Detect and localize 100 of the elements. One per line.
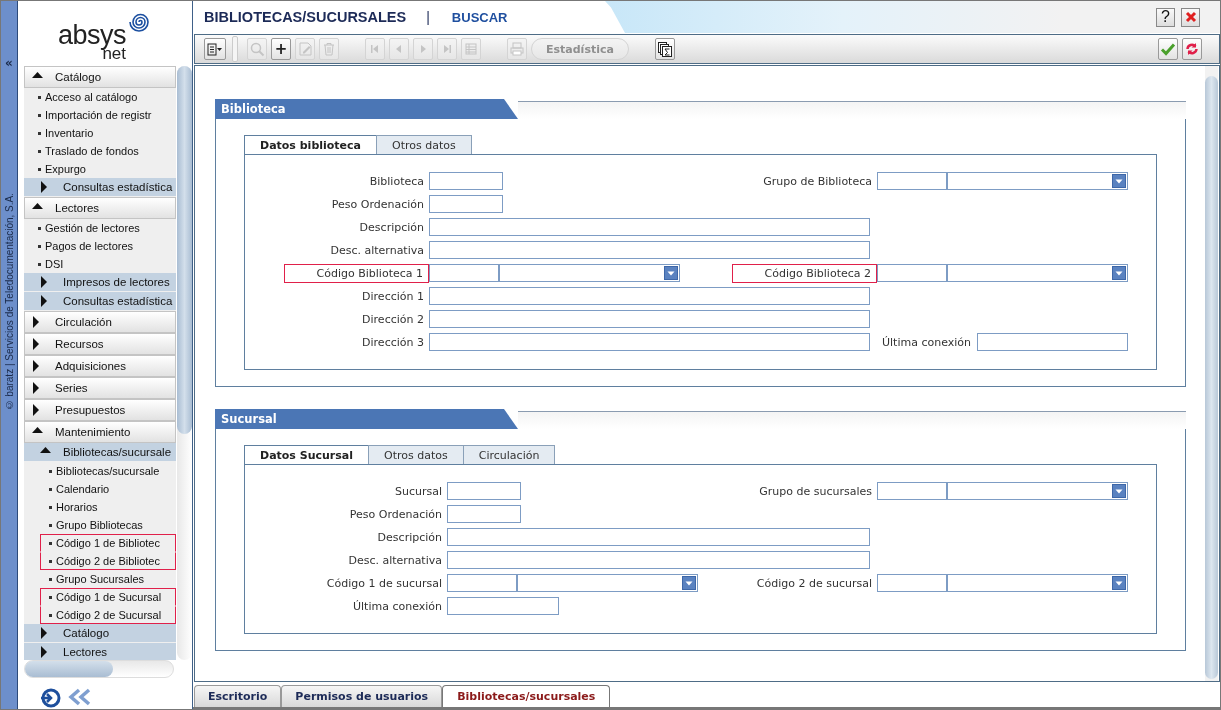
field-label: Dirección 1: [362, 289, 425, 303]
collapse-icon[interactable]: [68, 687, 92, 707]
menu-item[interactable]: Código 1 de Sucursal: [40, 588, 176, 606]
input-field[interactable]: [447, 597, 559, 615]
input-field[interactable]: [447, 574, 517, 592]
menu-item[interactable]: Pagos de lectores: [34, 237, 176, 255]
menu-item[interactable]: Bibliotecas/sucursale: [40, 462, 176, 480]
menu-item[interactable]: Traslado de fondos: [34, 142, 176, 160]
menu-item[interactable]: Inventario: [34, 124, 176, 142]
menu-item[interactable]: Importación de registr: [34, 106, 176, 124]
tab[interactable]: Escritorio: [194, 685, 282, 707]
menu-item[interactable]: Expurgo: [34, 160, 176, 178]
menu-section[interactable]: Presupuestos: [24, 399, 176, 421]
tab[interactable]: Datos biblioteca: [244, 135, 378, 154]
add-button[interactable]: +: [271, 38, 291, 60]
input-field[interactable]: [447, 551, 870, 569]
dropdown[interactable]: [499, 264, 680, 282]
menu-item[interactable]: Grupo Bibliotecas: [40, 516, 176, 534]
menu-group[interactable]: Impresos de lectores: [24, 273, 176, 291]
menu-group[interactable]: Consultas estadística: [24, 292, 176, 310]
input-field[interactable]: [429, 287, 870, 305]
input-field[interactable]: [429, 333, 870, 351]
bullet-icon: [49, 541, 52, 545]
close-button[interactable]: [1181, 7, 1200, 27]
menu-item[interactable]: Acceso al catálogo: [34, 88, 176, 106]
menu-section[interactable]: Adquisiciones: [24, 355, 176, 377]
input-field[interactable]: [447, 505, 521, 523]
checkmark-icon: [1160, 41, 1176, 57]
field-label: Última conexión: [352, 599, 443, 613]
dropdown-arrow-icon: [664, 266, 678, 280]
edit-icon: [297, 41, 313, 57]
input-field[interactable]: [429, 172, 503, 190]
bullet-icon: [49, 505, 52, 509]
menu-section[interactable]: Recursos: [24, 333, 176, 355]
report-button[interactable]: [654, 38, 675, 60]
printer-icon: [509, 41, 525, 57]
field-label: Grupo de sucursales: [759, 484, 873, 498]
copyright-text: © baratz | Servicios de Teledocumentación, S.A.: [3, 193, 15, 411]
field-label: Descripción: [359, 220, 425, 234]
input-field[interactable]: [429, 241, 870, 259]
field-label: Última conexión: [882, 335, 972, 349]
dropdown[interactable]: [947, 172, 1128, 190]
trash-icon: [321, 41, 337, 57]
menu-group[interactable]: Lectores: [24, 643, 176, 660]
tab[interactable]: Bibliotecas/sucursales: [442, 685, 611, 707]
bullet-icon: [49, 559, 52, 563]
tab[interactable]: Permisos de usuarios: [281, 685, 443, 707]
exit-icon[interactable]: [40, 687, 62, 709]
help-button[interactable]: ?: [1156, 7, 1175, 27]
dropdown[interactable]: [947, 574, 1128, 592]
horizontal-scrollbar[interactable]: [24, 660, 174, 678]
menu-item[interactable]: Calendario: [40, 480, 176, 498]
dropdown[interactable]: [947, 482, 1128, 500]
tab[interactable]: Datos Sucursal: [244, 445, 370, 464]
menu-item[interactable]: Código 2 de Bibliotec: [40, 552, 176, 570]
input-field[interactable]: [877, 264, 947, 282]
tab[interactable]: Circulación: [462, 445, 556, 464]
table-icon: [463, 41, 479, 57]
menu-item[interactable]: Grupo Sucursales: [40, 570, 176, 588]
menu-group[interactable]: Catálogo: [24, 624, 176, 642]
menu-section[interactable]: Mantenimiento: [24, 421, 176, 443]
input-field[interactable]: [977, 333, 1128, 351]
input-field[interactable]: [877, 172, 947, 190]
collapse-button[interactable]: «: [5, 57, 13, 69]
tab[interactable]: Otros datos: [368, 445, 464, 464]
dropdown[interactable]: [517, 574, 698, 592]
bullet-icon: [38, 113, 41, 117]
vertical-scrollbar[interactable]: [177, 66, 192, 660]
field-label: Código Biblioteca 2: [731, 263, 877, 283]
field-label: Código 1 de sucursal: [326, 576, 443, 590]
toolbar-grip[interactable]: [232, 36, 238, 62]
menu-section[interactable]: Catálogo: [24, 66, 176, 88]
dropdown-arrow-icon: [1112, 576, 1126, 590]
input-field[interactable]: [429, 264, 499, 282]
input-field[interactable]: [447, 482, 521, 500]
menu-section[interactable]: Circulación: [24, 311, 176, 333]
bullet-icon: [49, 469, 52, 473]
input-field[interactable]: [877, 574, 947, 592]
bullet-icon: [38, 226, 41, 230]
input-field[interactable]: [447, 528, 870, 546]
menu-item[interactable]: Horarios: [40, 498, 176, 516]
input-field[interactable]: [429, 218, 870, 236]
vertical-scrollbar[interactable]: [1205, 66, 1218, 681]
input-field[interactable]: [429, 310, 870, 328]
bullet-icon: [38, 244, 41, 248]
menu-section[interactable]: Series: [24, 377, 176, 399]
view-menu-button[interactable]: [204, 38, 226, 60]
menu-item[interactable]: Gestión de lectores: [34, 219, 176, 237]
menu-item[interactable]: Código 1 de Bibliotec: [40, 534, 176, 552]
menu-item[interactable]: DSI: [34, 255, 176, 273]
input-field[interactable]: [429, 195, 503, 213]
accept-button[interactable]: [1158, 38, 1178, 60]
menu-group[interactable]: Consultas estadística: [24, 178, 176, 196]
menu-section[interactable]: Lectores: [24, 197, 176, 219]
tab[interactable]: Otros datos: [376, 135, 472, 154]
cancel-button[interactable]: [1182, 38, 1202, 60]
menu-group[interactable]: Bibliotecas/sucursale: [24, 443, 176, 461]
input-field[interactable]: [877, 482, 947, 500]
bullet-icon: [38, 149, 41, 153]
dropdown[interactable]: [947, 264, 1128, 282]
